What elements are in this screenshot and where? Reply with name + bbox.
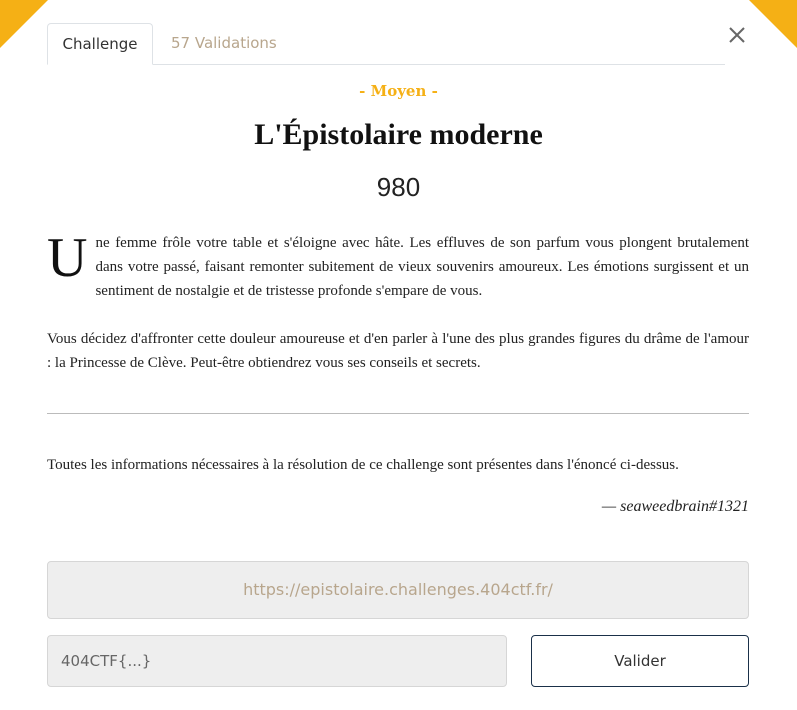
flag-input[interactable] xyxy=(47,635,507,687)
close-icon[interactable] xyxy=(722,20,752,50)
corner-ribbon-right xyxy=(749,0,797,48)
drop-cap: U xyxy=(47,227,88,289)
validate-button[interactable]: Valider xyxy=(531,635,749,687)
description-paragraph-2: Vous décidez d'affronter cette douleur a… xyxy=(47,331,749,371)
challenge-points: 980 xyxy=(376,172,421,202)
divider xyxy=(47,413,749,414)
description-text-1: ne femme frôle votre table et s'éloigne … xyxy=(95,235,749,299)
challenge-tabs: Challenge 57 Validations xyxy=(47,23,725,65)
corner-ribbon-left xyxy=(0,0,48,48)
description-paragraph-1: Une femme frôle votre table et s'éloigne… xyxy=(47,227,749,303)
tab-challenge[interactable]: Challenge xyxy=(47,23,153,65)
challenge-url-link[interactable]: https://epistolaire.challenges.404ctf.fr… xyxy=(47,561,749,619)
challenge-title: L'Épistolaire moderne xyxy=(254,118,543,151)
difficulty-label: - Moyen - xyxy=(359,82,438,100)
author-signature: — seaweedbrain#1321 xyxy=(601,498,749,515)
info-text: Toutes les informations nécessaires à la… xyxy=(47,457,679,473)
tab-validations[interactable]: 57 Validations xyxy=(171,23,277,64)
